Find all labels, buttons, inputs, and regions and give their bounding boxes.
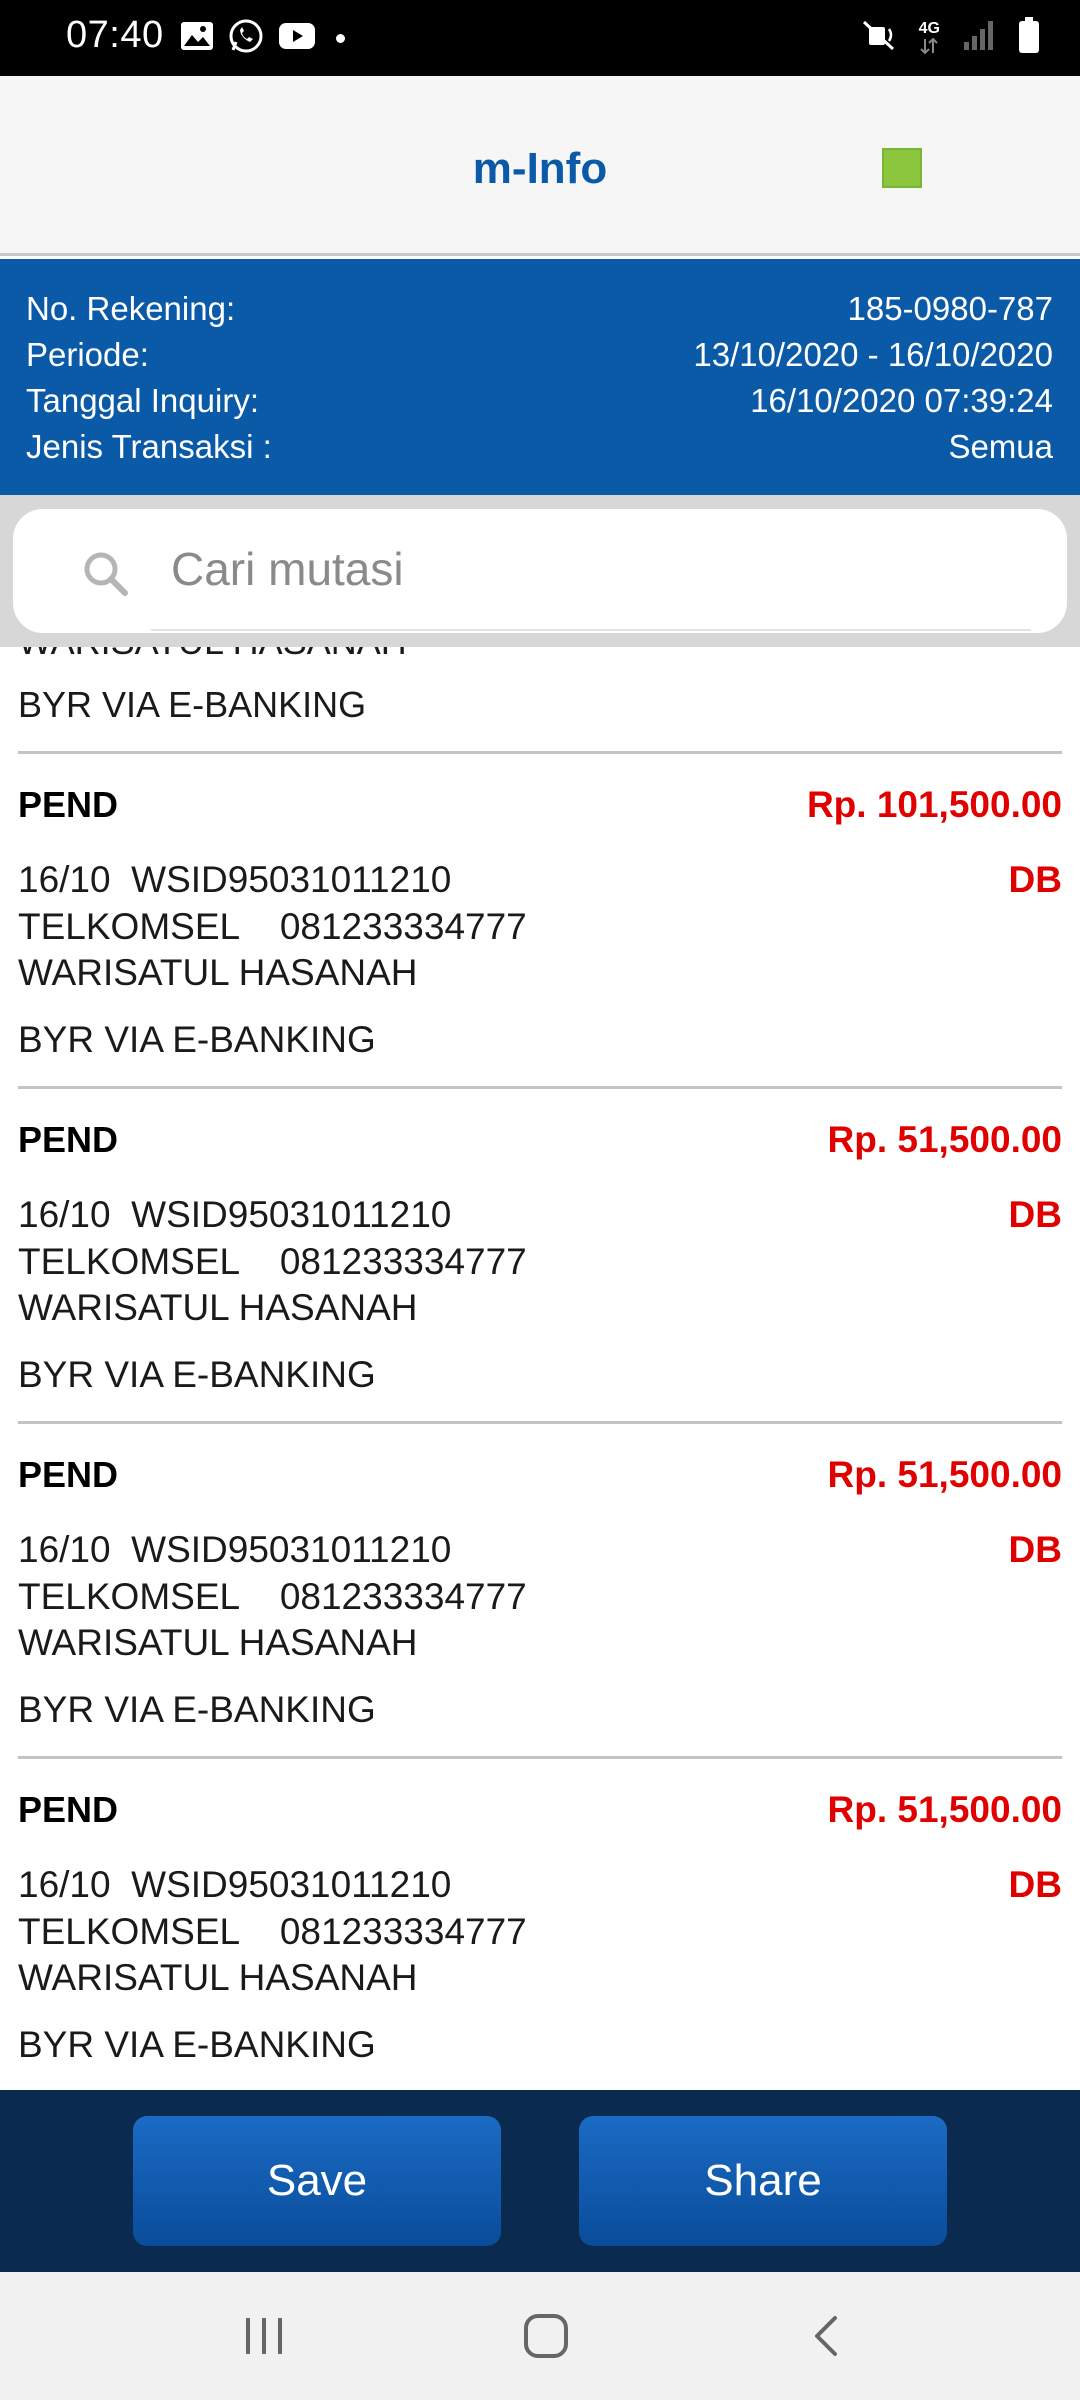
transaction-amount: Rp. 51,500.00 <box>827 1789 1062 1830</box>
signal-icon <box>962 18 996 57</box>
transaction-name: WARISATUL HASANAH <box>18 1622 418 1663</box>
info-label: Jenis Transaksi : <box>26 428 272 465</box>
transaction-reference: 16/10 WSID95031011210 <box>18 1864 452 1905</box>
partial-item-name: WARISATUL HASANAH <box>18 647 1062 663</box>
transaction-reference: 16/10 WSID95031011210 <box>18 1529 452 1570</box>
transaction-note: BYR VIA E-BANKING <box>18 1689 376 1730</box>
transaction-note: BYR VIA E-BANKING <box>18 2024 376 2065</box>
info-value: 185-0980-787 <box>847 290 1053 327</box>
transaction-status: PEND <box>18 1454 119 1495</box>
transaction-merchant: TELKOMSEL 081233334777 <box>18 1911 527 1952</box>
notification-icons <box>180 18 345 59</box>
transaction-merchant: TELKOMSEL 081233334777 <box>18 1241 527 1282</box>
more-notifications-dot <box>336 34 345 43</box>
transaction-item[interactable]: PEND Rp. 51,500.00 DB 16/10 WSID95031011… <box>18 1089 1062 1423</box>
info-value: 16/10/2020 07:39:24 <box>750 382 1053 419</box>
info-label: Periode: <box>26 336 149 373</box>
save-button[interactable]: Save <box>133 2116 501 2246</box>
transaction-note: BYR VIA E-BANKING <box>18 1354 376 1395</box>
battery-icon <box>1018 16 1040 59</box>
info-value: Semua <box>948 428 1053 465</box>
transaction-name: WARISATUL HASANAH <box>18 952 418 993</box>
search-bar <box>0 495 1080 647</box>
transaction-reference: 16/10 WSID95031011210 <box>18 859 452 900</box>
transaction-status: PEND <box>18 1119 119 1160</box>
transaction-status: PEND <box>18 784 119 825</box>
transaction-merchant: TELKOMSEL 081233334777 <box>18 906 527 947</box>
share-button[interactable]: Share <box>579 2116 947 2246</box>
transaction-type: DB <box>1008 1194 1062 1235</box>
mute-icon <box>861 17 897 58</box>
transaction-type: DB <box>1008 1864 1062 1905</box>
image-icon <box>180 21 214 56</box>
info-label: No. Rekening: <box>26 290 236 327</box>
transaction-note: BYR VIA E-BANKING <box>18 1019 376 1060</box>
transaction-list[interactable]: WARISATUL HASANAH BYR VIA E-BANKING PEND… <box>0 647 1080 2090</box>
info-label: Tanggal Inquiry: <box>26 382 259 419</box>
system-nav-bar <box>0 2272 1080 2400</box>
transaction-item[interactable]: PEND Rp. 101,500.00 DB 16/10 WSID9503101… <box>18 754 1062 1088</box>
status-time: 07:40 <box>66 14 164 56</box>
transaction-merchant: TELKOMSEL 081233334777 <box>18 1576 527 1617</box>
action-bar: Save Share <box>0 2090 1080 2272</box>
transaction-status: PEND <box>18 1789 119 1830</box>
back-icon[interactable] <box>792 2306 862 2366</box>
transaction-item[interactable]: PEND Rp. 51,500.00 DB 16/10 WSID95031011… <box>18 1424 1062 1758</box>
info-row-period: Periode: 13/10/2020 - 16/10/2020 <box>26 332 1053 378</box>
search-input[interactable] <box>171 533 1031 605</box>
status-bar: 07:40 4G <box>0 0 1080 76</box>
app-header: m-Info <box>0 76 1080 256</box>
info-value: 13/10/2020 - 16/10/2020 <box>693 336 1053 373</box>
info-row-inquiry-date: Tanggal Inquiry: 16/10/2020 07:39:24 <box>26 378 1053 424</box>
transaction-amount: Rp. 51,500.00 <box>827 1119 1062 1160</box>
recent-apps-icon[interactable] <box>229 2306 299 2366</box>
status-indicator <box>882 148 922 188</box>
info-row-account-number: No. Rekening: 185-0980-787 <box>26 286 1053 332</box>
transaction-name: WARISATUL HASANAH <box>18 1957 418 1998</box>
system-icons: 4G <box>861 16 1040 59</box>
search-icon <box>81 549 131 604</box>
whatsapp-icon <box>228 18 264 59</box>
home-icon[interactable] <box>511 2306 581 2366</box>
network-4g-icon: 4G <box>919 20 940 55</box>
partial-item-note: BYR VIA E-BANKING <box>18 684 367 725</box>
transaction-name: WARISATUL HASANAH <box>18 1287 418 1328</box>
search-box[interactable] <box>13 509 1067 633</box>
info-row-transaction-type: Jenis Transaksi : Semua <box>26 424 1053 470</box>
search-underline <box>151 629 1031 631</box>
transaction-amount: Rp. 101,500.00 <box>806 784 1062 825</box>
youtube-icon <box>278 22 316 55</box>
transaction-item[interactable]: PEND Rp. 51,500.00 DB 16/10 WSID95031011… <box>18 1759 1062 2090</box>
transaction-reference: 16/10 WSID95031011210 <box>18 1194 452 1235</box>
transaction-type: DB <box>1008 859 1062 900</box>
transaction-amount: Rp. 51,500.00 <box>827 1454 1062 1495</box>
transaction-type: DB <box>1008 1529 1062 1570</box>
